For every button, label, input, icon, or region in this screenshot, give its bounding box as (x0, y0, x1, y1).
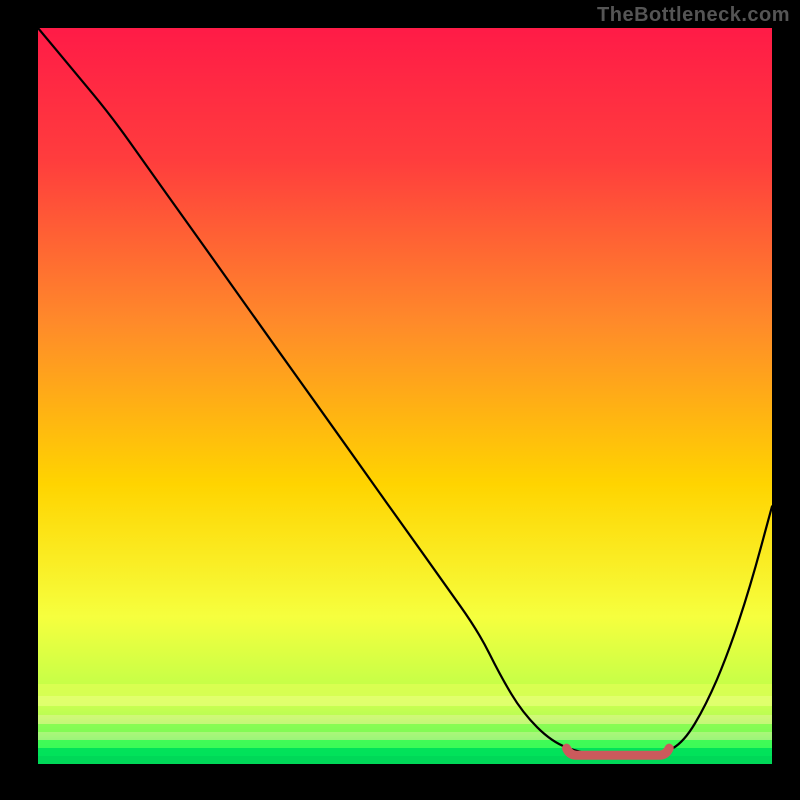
plot-area (38, 28, 772, 764)
watermark-text: TheBottleneck.com (597, 4, 790, 27)
gradient-background (38, 28, 772, 764)
chart-frame: TheBottleneck.com (0, 0, 800, 800)
bottleneck-plot (38, 28, 772, 764)
